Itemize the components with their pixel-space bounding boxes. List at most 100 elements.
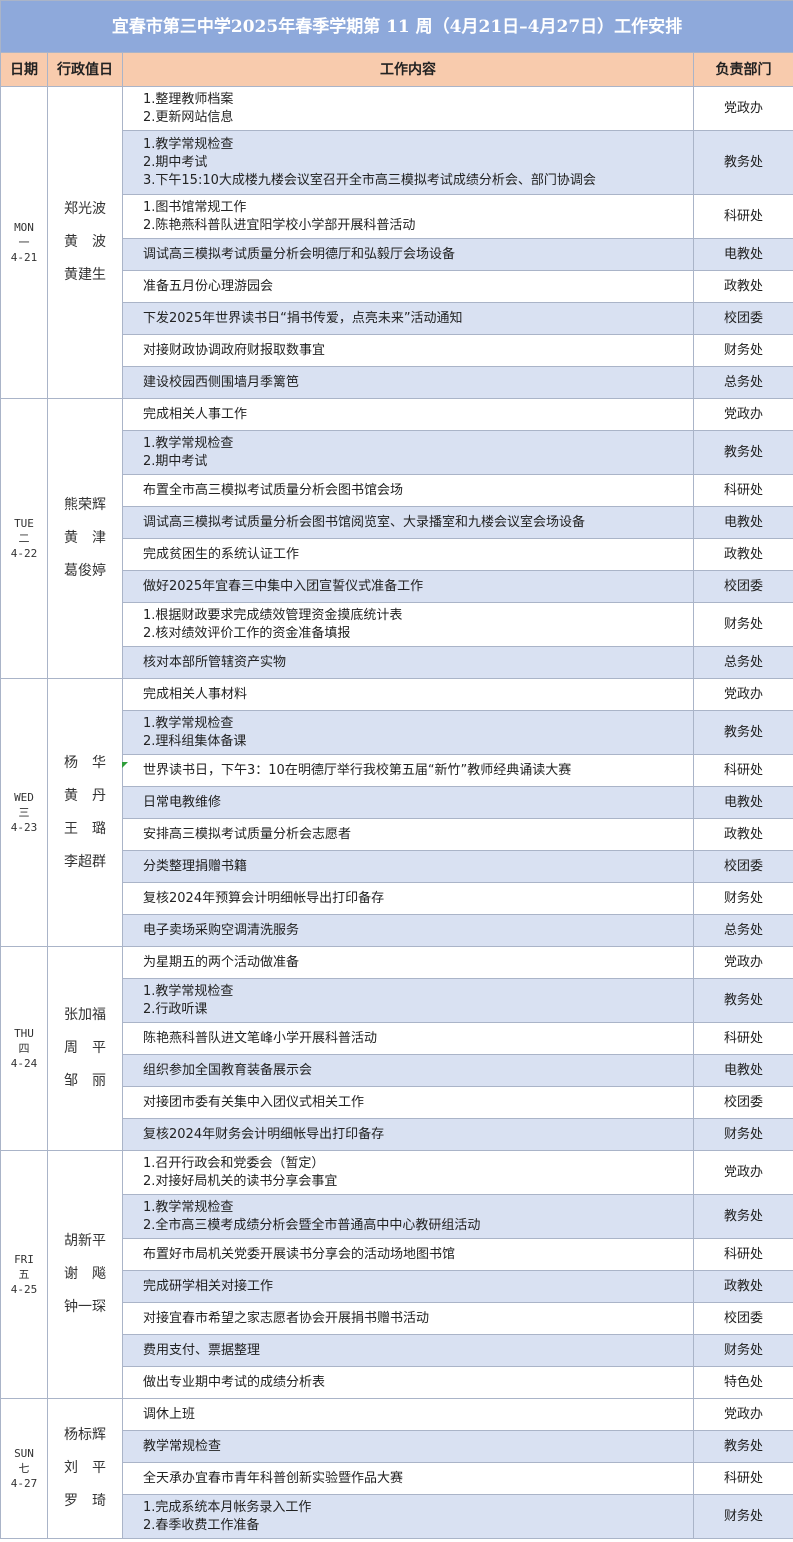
dept-cell: 总务处 <box>692 366 793 399</box>
work-content-cell: 1.教学常规检查 2.期中考试 3.下午15:10大成楼九楼会议室召开全市高三模拟考… <box>122 130 694 195</box>
dept-cell: 校团委 <box>692 302 793 335</box>
day-cn: 七 <box>18 1462 30 1475</box>
work-content-line: 1.根据财政要求完成绩效管理资金摸底统计表 <box>143 607 403 623</box>
duty-cell: 胡新平谢 飚钟一琛 <box>47 1150 123 1399</box>
duty-person: 熊荣辉 <box>64 497 106 513</box>
dept-cell: 科研处 <box>692 194 793 239</box>
work-content-line: 费用支付、票据整理 <box>143 1342 261 1358</box>
dept-cell: 科研处 <box>692 754 793 787</box>
work-content-cell: 1.教学常规检查 2.期中考试 <box>122 430 694 475</box>
work-content-cell: 为星期五的两个活动做准备 <box>122 946 694 979</box>
work-content-cell: 下发2025年世界读书日“捐书传爱，点亮未来”活动通知 <box>122 302 694 335</box>
dept-cell: 党政办 <box>692 398 793 431</box>
work-content-cell: 1.图书馆常规工作 2.陈艳燕科普队进宜阳学校小学部开展科普活动 <box>122 194 694 239</box>
table-row: TUE 二 4-22 熊荣辉黄 津葛俊婷 完成相关人事工作 党政办 <box>0 398 793 679</box>
day-date: 4-24 <box>10 1057 38 1070</box>
dept-cell: 教务处 <box>692 430 793 475</box>
work-content-line: 2.陈艳燕科普队进宜阳学校小学部开展科普活动 <box>143 217 416 233</box>
work-content-line: 2.期中考试 <box>143 154 208 170</box>
day-code: FRI <box>14 1253 34 1266</box>
work-content-line: 1.教学常规检查 <box>143 435 234 451</box>
dept-cell: 总务处 <box>692 646 793 679</box>
work-content-line: 完成研学相关对接工作 <box>143 1278 274 1294</box>
work-content-line: 对接财政协调政府财报取数事宜 <box>143 342 326 358</box>
dept-cell: 政教处 <box>692 818 793 851</box>
work-content-line: 2.核对绩效评价工作的资金准备填报 <box>143 625 351 641</box>
dept-cell: 校团委 <box>692 1302 793 1335</box>
dept-cell: 教务处 <box>692 1194 793 1239</box>
work-content-line: 安排高三模拟考试质量分析会志愿者 <box>143 826 352 842</box>
day-code: TUE <box>14 517 34 530</box>
dept-cell: 总务处 <box>692 914 793 947</box>
work-content-line: 对接宜春市希望之家志愿者协会开展捐书赠书活动 <box>143 1310 430 1326</box>
work-content-line: 复核2024年预算会计明细帐导出打印备存 <box>143 890 385 906</box>
work-content-cell: 电子卖场采购空调清洗服务 <box>122 914 694 947</box>
day-date: 4-21 <box>10 251 38 264</box>
table-row: FRI 五 4-25 胡新平谢 飚钟一琛 1.召开行政会和党委会（暂定） 2.对接好局机关… <box>0 1150 793 1399</box>
work-content-line: 调休上班 <box>143 1406 196 1422</box>
work-content-line: 全天承办宜春市青年科普创新实验暨作品大赛 <box>143 1470 404 1486</box>
duty-cell: 熊荣辉黄 津葛俊婷 <box>47 398 123 679</box>
table-row: THU 四 4-24 张加福周 平邹 丽 为星期五的两个活动做准备 党政办 <box>0 946 793 1151</box>
day-code: THU <box>14 1027 34 1040</box>
work-content-cell: 完成贫困生的系统认证工作 <box>122 538 694 571</box>
work-content-cell: 1.教学常规检查 2.行政听课 <box>122 978 694 1023</box>
work-content-cell: 1.整理教师档案 2.更新网站信息 <box>122 86 694 131</box>
work-content-line: 组织参加全国教育装备展示会 <box>143 1062 313 1078</box>
dept-cell: 电教处 <box>692 1054 793 1087</box>
dept-cell: 校团委 <box>692 570 793 603</box>
work-content-cell: 布置好市局机关党委开展读书分享会的活动场地图书馆 <box>122 1238 694 1271</box>
work-content-line: 2.理科组集体备课 <box>143 733 247 749</box>
work-content-cell: 做出专业期中考试的成绩分析表 <box>122 1366 694 1399</box>
work-content-cell: 费用支付、票据整理 <box>122 1334 694 1367</box>
dept-cell: 科研处 <box>692 1238 793 1271</box>
day-cell: WED 三 4-23 <box>0 678 48 947</box>
work-content-line: 准备五月份心理游园会 <box>143 278 274 294</box>
dept-cell: 校团委 <box>692 1086 793 1119</box>
dept-cell: 党政办 <box>692 946 793 979</box>
work-content-line: 布置全市高三模拟考试质量分析会图书馆会场 <box>143 482 404 498</box>
work-content-cell: 完成相关人事材料 <box>122 678 694 711</box>
work-content-cell: 全天承办宜春市青年科普创新实验暨作品大赛 <box>122 1462 694 1495</box>
work-content-line: 调试高三模拟考试质量分析会明德厅和弘毅厅会场设备 <box>143 246 456 262</box>
work-content-cell: 日常电教维修 <box>122 786 694 819</box>
duty-person: 郑光波 <box>64 201 106 217</box>
dept-cell: 政教处 <box>692 1270 793 1303</box>
work-content-cell: 复核2024年预算会计明细帐导出打印备存 <box>122 882 694 915</box>
work-content-cell: 对接财政协调政府财报取数事宜 <box>122 334 694 367</box>
duty-cell: 张加福周 平邹 丽 <box>47 946 123 1151</box>
work-content-line: 电子卖场采购空调清洗服务 <box>143 922 300 938</box>
work-content-line: 2.春季收费工作准备 <box>143 1517 260 1533</box>
duty-cell: 杨标辉刘 平罗 琦 <box>47 1398 123 1539</box>
table-row: MON 一 4-21 郑光波黄 波黄建生 1.整理教师档案 2.更新网站信息 党政办 <box>0 86 793 399</box>
work-content-cell: 建设校园西侧围墙月季篱笆 <box>122 366 694 399</box>
work-content-line: 2.全市高三模考成绩分析会暨全市普通高中中心教研组活动 <box>143 1217 481 1233</box>
header-content: 工作内容 <box>122 52 694 87</box>
duty-person: 杨标辉 <box>64 1427 106 1443</box>
work-content-line: 陈艳燕科普队进文笔峰小学开展科普活动 <box>143 1030 378 1046</box>
dept-cell: 特色处 <box>692 1366 793 1399</box>
dept-cell: 教务处 <box>692 978 793 1023</box>
work-content-line: 调试高三模拟考试质量分析会图书馆阅览室、大录播室和九楼会议室会场设备 <box>143 514 586 530</box>
work-content-line: 日常电教维修 <box>143 794 222 810</box>
work-content-line: 3.下午15:10大成楼九楼会议室召开全市高三模拟考试成绩分析会、部门协调会 <box>143 172 596 188</box>
day-code: MON <box>14 221 34 234</box>
work-content-line: 教学常规检查 <box>143 1438 222 1454</box>
day-cell: THU 四 4-24 <box>0 946 48 1151</box>
work-content-cell: 世界读书日，下午3：10在明德厅举行我校第五届“新竹”教师经典诵读大赛 <box>122 754 694 787</box>
work-content-cell: 核对本部所管辖资产实物 <box>122 646 694 679</box>
duty-person: 葛俊婷 <box>64 563 106 579</box>
dept-cell: 财务处 <box>692 1118 793 1151</box>
work-content-line: 核对本部所管辖资产实物 <box>143 654 287 670</box>
work-content-cell: 调试高三模拟考试质量分析会图书馆阅览室、大录播室和九楼会议室会场设备 <box>122 506 694 539</box>
duty-cell: 郑光波黄 波黄建生 <box>47 86 123 399</box>
duty-person: 黄 波 <box>64 234 106 250</box>
dept-cell: 电教处 <box>692 238 793 271</box>
day-code: SUN <box>14 1447 34 1460</box>
day-cn: 四 <box>18 1042 30 1055</box>
day-date: 4-27 <box>10 1477 38 1490</box>
duty-person: 黄 丹 <box>64 787 106 804</box>
dept-cell: 财务处 <box>692 1334 793 1367</box>
work-content-cell: 对接宜春市希望之家志愿者协会开展捐书赠书活动 <box>122 1302 694 1335</box>
header-date: 日期 <box>0 52 48 87</box>
